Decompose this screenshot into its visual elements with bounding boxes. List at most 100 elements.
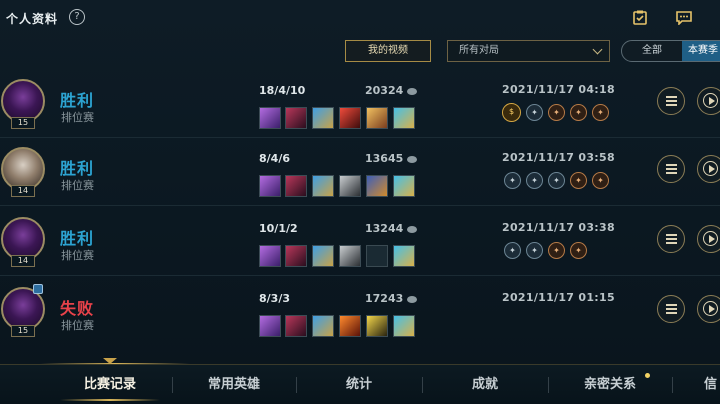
item-icon (339, 107, 361, 129)
top-bar: 个人资料 ? (0, 0, 720, 36)
tab-divider (672, 377, 673, 393)
kda-stat: 8/3/3 (259, 292, 290, 305)
rank-badge-icon (33, 284, 43, 294)
medal-icon: ✦ (570, 104, 587, 121)
gold-stat: 17243 (365, 292, 418, 305)
page-title: 个人资料 (6, 12, 59, 26)
my-videos-button[interactable]: 我的视频 (345, 40, 431, 62)
notification-dot-icon (645, 373, 650, 378)
gold-value: 13244 (365, 222, 404, 235)
match-details-button[interactable] (657, 87, 685, 115)
match-type-select[interactable]: 所有对局 (447, 40, 610, 62)
season-segmented-control: 全部 本赛季 (621, 40, 720, 62)
match-row[interactable]: 15 失败 排位赛 8/3/3 17243 2021/11/17 01:15 (0, 278, 720, 346)
kda-stat: 8/4/6 (259, 152, 290, 165)
medal-icon: ✦ (592, 172, 609, 189)
item-icon (366, 107, 388, 129)
medal-icon: ✦ (548, 242, 565, 259)
match-result: 胜利 (60, 159, 95, 178)
clipboard-check-icon[interactable] (632, 10, 648, 25)
empty-item-slot (366, 245, 388, 267)
replay-button[interactable] (697, 295, 720, 323)
profile-screen: 个人资料 ? 我的视频 所有对局 全部 本赛季 15 胜利 排位赛 18/4/1 (0, 0, 720, 404)
match-mode: 排位赛 (61, 249, 94, 262)
item-icon (285, 107, 307, 129)
row-divider (0, 275, 720, 276)
tab-label: 成就 (471, 377, 498, 392)
gold-value: 17243 (365, 292, 404, 305)
replay-button[interactable] (697, 225, 720, 253)
tab-match-history[interactable]: 比赛记录 (48, 365, 172, 404)
replay-button[interactable] (697, 155, 720, 183)
item-icon (393, 315, 415, 337)
champion-level-badge: 14 (11, 255, 35, 267)
match-mode: 排位赛 (61, 319, 94, 332)
item-icon (259, 107, 281, 129)
medal-icon: ✦ (504, 242, 521, 259)
item-icon (339, 245, 361, 267)
item-icon (312, 315, 334, 337)
match-date: 2021/11/17 04:18 (502, 83, 615, 96)
help-icon[interactable]: ? (69, 9, 85, 25)
match-result: 胜利 (60, 229, 95, 248)
gold-stat: 20324 (365, 84, 418, 97)
coin-icon (407, 87, 418, 95)
item-icon (312, 175, 334, 197)
medal-icon: ✦ (526, 104, 543, 121)
gold-value: 20324 (365, 84, 404, 97)
item-icon (366, 175, 388, 197)
tab-achievements[interactable]: 成就 (422, 365, 548, 404)
match-mode: 排位赛 (61, 111, 94, 124)
match-mode: 排位赛 (61, 179, 94, 192)
item-icon (285, 245, 307, 267)
bottom-tab-bar: 比赛记录 常用英雄 统计 成就 亲密关系 信 (0, 364, 720, 404)
tab-common-heroes[interactable]: 常用英雄 (172, 365, 296, 404)
item-icon (259, 175, 281, 197)
champion-level-badge: 14 (11, 185, 35, 197)
match-row[interactable]: 15 胜利 排位赛 18/4/10 20324 2021/11/17 04:18… (0, 70, 720, 138)
active-tab-underline (60, 399, 160, 401)
medal-icon: ✦ (504, 172, 521, 189)
gold-stat: 13244 (365, 222, 418, 235)
match-row[interactable]: 14 胜利 排位赛 8/4/6 13645 2021/11/17 03:58 ✦… (0, 138, 720, 206)
replay-button[interactable] (697, 87, 720, 115)
gold-stat: 13645 (365, 152, 418, 165)
match-row[interactable]: 14 胜利 排位赛 10/1/2 13244 2021/11/17 03:38 … (0, 208, 720, 276)
medal-icon: ✦ (548, 104, 565, 121)
item-icon (366, 315, 388, 337)
coin-icon (407, 155, 418, 163)
item-icon (259, 315, 281, 337)
item-icon (312, 107, 334, 129)
filter-bar: 我的视频 所有对局 全部 本赛季 (0, 36, 720, 68)
tab-label: 统计 (345, 377, 372, 392)
segment-current-season[interactable]: 本赛季 (682, 41, 720, 61)
gold-value: 13645 (365, 152, 404, 165)
medal-icon: ✦ (570, 172, 587, 189)
tab-statistics[interactable]: 统计 (296, 365, 422, 404)
kda-stat: 10/1/2 (259, 222, 298, 235)
item-icon (285, 315, 307, 337)
match-details-button[interactable] (657, 155, 685, 183)
tab-info[interactable]: 信 (690, 365, 720, 404)
tab-label: 比赛记录 (83, 377, 136, 392)
kda-stat: 18/4/10 (259, 84, 306, 97)
tab-relationships[interactable]: 亲密关系 (548, 365, 672, 404)
item-icon (393, 107, 415, 129)
champion-level-badge: 15 (11, 117, 35, 129)
match-details-button[interactable] (657, 295, 685, 323)
match-date: 2021/11/17 03:58 (502, 151, 615, 164)
tab-label: 信 (704, 377, 718, 392)
chat-bubble-icon[interactable] (676, 10, 692, 25)
medal-icon: ✦ (548, 172, 565, 189)
match-date: 2021/11/17 01:15 (502, 291, 615, 304)
match-details-button[interactable] (657, 225, 685, 253)
item-icon (259, 245, 281, 267)
segment-all[interactable]: 全部 (622, 41, 682, 61)
item-icon (285, 175, 307, 197)
champion-level-badge: 15 (11, 325, 35, 337)
row-divider (0, 205, 720, 206)
match-type-value: 所有对局 (459, 45, 499, 56)
item-icon (312, 245, 334, 267)
medal-icon: ✦ (592, 104, 609, 121)
medal-icon: ✦ (526, 172, 543, 189)
